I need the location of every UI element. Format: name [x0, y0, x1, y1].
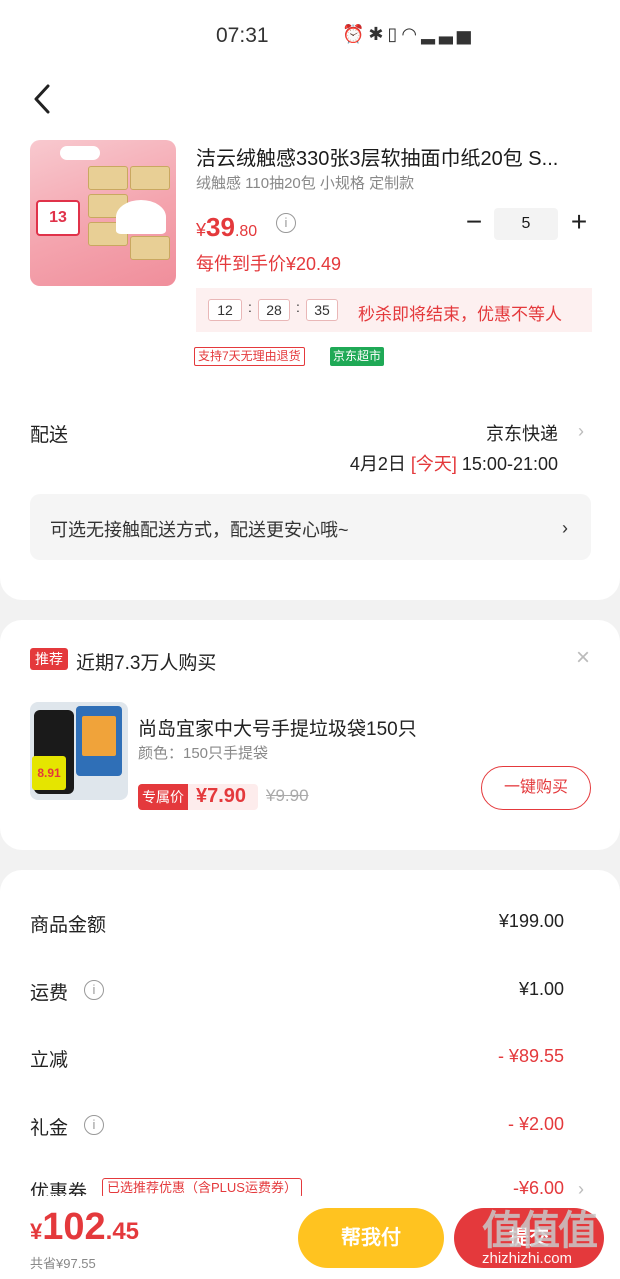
delivery-today: [今天]: [410, 454, 457, 474]
recommend-product-image[interactable]: 8.91: [30, 702, 128, 800]
countdown-sep: :: [296, 299, 300, 315]
quantity-plus-button[interactable]: +: [566, 208, 592, 238]
thumb-price-sticker: 8.91: [32, 756, 66, 790]
checkout-bar: ¥102.45 共省¥97.55 帮我付 提交: [0, 1196, 620, 1279]
product-price: ¥39.80: [196, 212, 257, 243]
thumb-pack: [130, 166, 170, 190]
thumb-pack: [88, 166, 128, 190]
delivery-date[interactable]: 4月2日 [今天] 15:00-21:00: [350, 450, 558, 476]
status-icons: ⏰✱▯◠▂▃▅: [342, 24, 475, 45]
total-symbol: ¥: [30, 1219, 43, 1244]
product-spec[interactable]: 绒触感 110抽20包 小规格 定制款: [196, 172, 414, 193]
help-pay-button[interactable]: 帮我付: [298, 1208, 444, 1268]
total-int: 102: [42, 1206, 106, 1248]
signal-icon: ▂▃▅: [421, 24, 475, 44]
gift-cash-value: - ¥2.00: [507, 1114, 564, 1134]
jd-supermarket-tag: 京东超市: [330, 347, 385, 366]
thumb-pack: [130, 236, 170, 260]
close-icon[interactable]: ×: [576, 644, 590, 672]
recommend-heading: 近期7.3万人购买: [76, 653, 217, 674]
product-image[interactable]: 13: [30, 140, 176, 286]
bluetooth-icon: ✱: [368, 24, 388, 44]
one-click-buy-button[interactable]: 一键购买: [481, 766, 591, 810]
countdown-hours: 12: [208, 299, 242, 321]
coupon-note[interactable]: 已选推荐优惠（含PLUS运费券）: [102, 1178, 302, 1198]
recommend-card: 推荐 近期7.3万人购买 × 8.91 尚岛宜家中大号手提垃圾袋150只 颜色：…: [0, 620, 620, 850]
status-time: 07:31: [216, 24, 269, 47]
wifi-icon: ◠: [401, 24, 422, 44]
subtotal-label: 商品金额: [30, 915, 107, 936]
exclusive-price-tag: 专属价: [138, 784, 188, 810]
quantity-input[interactable]: 5: [494, 208, 558, 240]
price-int: 39: [206, 212, 235, 242]
thumb-tissue: [116, 200, 166, 234]
recommend-price: ¥7.90: [196, 785, 247, 807]
countdown-seconds: 35: [306, 299, 338, 321]
contactless-text: 可选无接触配送方式，配送更安心哦~: [50, 520, 349, 540]
gift-cash-label: 礼金: [30, 1118, 69, 1139]
back-icon[interactable]: [32, 82, 54, 116]
discount-value: - ¥89.55: [497, 1046, 564, 1066]
thumb-badge: 13: [36, 200, 80, 236]
delivery-carrier[interactable]: 京东快递: [486, 420, 558, 446]
countdown: 12 : 28 : 35 秒杀即将结束，优惠不等人: [196, 288, 592, 332]
delivery-day: 4月2日: [349, 454, 406, 474]
thumb-ribbon: [60, 146, 100, 160]
price-info-icon[interactable]: i: [276, 213, 296, 233]
total-saved: 共省¥97.55: [30, 1256, 96, 1271]
shipping-info-icon[interactable]: i: [84, 980, 104, 1000]
contactless-delivery-option[interactable]: 可选无接触配送方式，配送更安心哦~ ›: [30, 494, 591, 560]
thumb-box-label: [82, 716, 116, 756]
vibrate-icon: ▯: [387, 24, 402, 44]
recommend-old-price: ¥9.90: [266, 786, 309, 805]
shipping-value: ¥1.00: [518, 979, 564, 999]
product-card: 13 洁云绒触感330张3层软抽面巾纸20包 S... 绒触感 110抽20包 …: [0, 130, 620, 600]
total-dec: .45: [105, 1218, 140, 1245]
product-title[interactable]: 洁云绒触感330张3层软抽面巾纸20包 S...: [196, 142, 596, 171]
status-bar: 07:31 ⏰✱▯◠▂▃▅: [0, 0, 620, 70]
chevron-right-icon[interactable]: ›: [578, 422, 588, 440]
quantity-minus-button[interactable]: −: [462, 208, 486, 236]
delivery-time: 15:00-21:00: [461, 454, 558, 474]
countdown-minutes: 28: [258, 299, 290, 321]
chevron-right-icon[interactable]: ›: [578, 1180, 588, 1198]
price-symbol: ¥: [196, 220, 207, 240]
delivery-label: 配送: [30, 425, 69, 446]
chevron-right-icon: ›: [562, 518, 568, 538]
recommend-tag: 推荐: [30, 648, 68, 670]
recommend-price-block: 专属价 ¥7.90: [138, 784, 258, 810]
countdown-text: 秒杀即将结束，优惠不等人: [358, 305, 562, 324]
recommend-spec: 颜色：150只手提袋: [138, 745, 269, 762]
submit-order-button[interactable]: 提交: [454, 1208, 604, 1268]
total-price: ¥102.45: [30, 1206, 139, 1249]
shipping-label: 运费: [30, 983, 69, 1004]
subtotal-value: ¥199.00: [498, 911, 564, 931]
discount-label: 立减: [30, 1050, 69, 1071]
price-dec: .80: [234, 223, 258, 240]
countdown-sep: :: [248, 299, 252, 315]
recommend-title[interactable]: 尚岛宜家中大号手提垃圾袋150只: [138, 714, 417, 741]
alarm-icon: ⏰: [342, 24, 369, 44]
gift-cash-info-icon[interactable]: i: [84, 1115, 104, 1135]
unit-price: 每件到手价¥20.49: [196, 254, 342, 274]
top-bar: [0, 70, 620, 130]
return-policy-tag: 支持7天无理由退货: [194, 347, 305, 366]
